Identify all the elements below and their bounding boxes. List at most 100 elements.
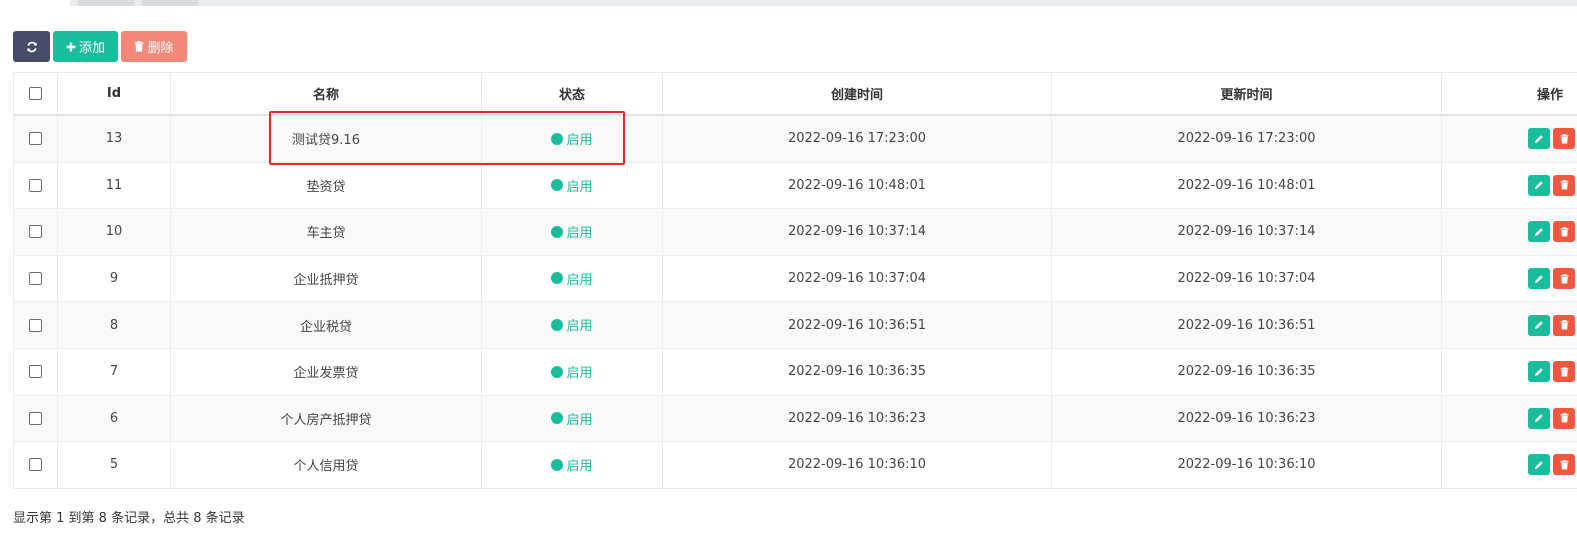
cell-name: 车主贷 — [170, 208, 482, 256]
delete-row-button[interactable] — [1553, 361, 1575, 383]
table-row: 13 测试贷9.16 启用 2022-09-16 17:23:00 2022-0… — [13, 114, 1577, 163]
edit-button[interactable] — [1528, 268, 1550, 290]
cell-created: 2022-09-16 10:36:10 — [662, 441, 1052, 489]
status-badge: 启用 — [551, 362, 593, 382]
cell-id: 11 — [57, 161, 171, 210]
tab-3[interactable] — [142, 0, 198, 6]
cell-status: 启用 — [481, 161, 663, 210]
status-badge: 启用 — [551, 409, 593, 428]
cell-actions — [1441, 441, 1577, 489]
delete-row-button[interactable] — [1553, 268, 1575, 290]
cell-actions — [1441, 254, 1577, 303]
row-select-cell — [13, 347, 58, 396]
cell-status: 启用 — [481, 347, 663, 396]
row-checkbox[interactable] — [29, 365, 42, 379]
delete-row-button[interactable] — [1553, 454, 1575, 476]
status-dot-icon — [551, 318, 564, 331]
table-row: 11 垫资贷 启用 2022-09-16 10:48:01 2022-09-16… — [13, 161, 1577, 210]
cell-updated: 2022-09-16 10:37:14 — [1051, 208, 1442, 256]
column-header-name[interactable]: 名称 — [170, 72, 482, 116]
edit-button[interactable] — [1528, 454, 1550, 476]
cell-created: 2022-09-16 10:36:23 — [662, 394, 1052, 443]
cell-status: 启用 — [481, 394, 663, 443]
delete-row-button[interactable] — [1553, 174, 1575, 196]
row-checkbox[interactable] — [29, 272, 42, 286]
column-header-updated[interactable]: 更新时间 — [1051, 72, 1442, 116]
cell-id: 13 — [57, 114, 171, 163]
cell-name: 垫资贷 — [170, 161, 482, 210]
status-badge: 启用 — [551, 269, 593, 288]
pencil-icon — [1535, 274, 1543, 283]
trash-icon — [1560, 133, 1568, 144]
edit-button[interactable] — [1528, 314, 1550, 336]
row-checkbox[interactable] — [29, 178, 42, 192]
tab-2[interactable] — [78, 0, 134, 6]
row-actions — [1442, 454, 1577, 476]
tab-active[interactable] — [0, 0, 70, 6]
status-label: 启用 — [566, 366, 593, 382]
table-row: 10 车主贷 启用 2022-09-16 10:37:14 2022-09-16… — [13, 208, 1577, 256]
edit-button[interactable] — [1528, 174, 1550, 196]
add-button[interactable]: 添加 — [53, 31, 118, 62]
cell-created: 2022-09-16 17:23:00 — [662, 114, 1052, 163]
delete-row-button[interactable] — [1553, 221, 1575, 243]
trash-icon — [1560, 366, 1568, 377]
tab-strip — [0, 0, 1577, 6]
cell-updated: 2022-09-16 10:48:01 — [1051, 161, 1442, 210]
select-all-checkbox[interactable] — [29, 87, 42, 100]
status-dot-icon — [551, 365, 564, 378]
row-actions — [1442, 314, 1577, 336]
trash-icon — [1560, 413, 1568, 423]
status-label: 启用 — [566, 226, 593, 242]
cell-name: 测试贷9.16 — [170, 114, 482, 163]
refresh-icon — [26, 41, 38, 53]
cell-name: 企业税贷 — [170, 301, 482, 349]
row-actions — [1442, 268, 1577, 290]
edit-button[interactable] — [1528, 128, 1550, 150]
column-header-id[interactable]: Id — [57, 72, 171, 116]
column-header-created[interactable]: 创建时间 — [662, 72, 1052, 116]
cell-actions — [1441, 301, 1577, 349]
row-checkbox[interactable] — [29, 411, 42, 425]
status-label: 启用 — [566, 319, 593, 335]
cell-id: 9 — [57, 254, 171, 303]
row-actions — [1442, 361, 1577, 383]
trash-icon — [1560, 180, 1568, 190]
cell-created: 2022-09-16 10:36:51 — [662, 301, 1052, 349]
cell-updated: 2022-09-16 10:36:51 — [1051, 301, 1442, 349]
status-dot-icon — [551, 458, 564, 471]
column-header-actions: 操作 — [1441, 72, 1577, 116]
cell-name: 个人房产抵押贷 — [170, 394, 482, 443]
status-dot-icon — [551, 179, 564, 192]
cell-updated: 2022-09-16 10:36:10 — [1051, 441, 1442, 489]
column-header-status[interactable]: 状态 — [481, 72, 663, 116]
status-badge: 启用 — [551, 315, 593, 335]
select-all-cell — [13, 72, 58, 116]
edit-button[interactable] — [1528, 361, 1550, 383]
refresh-button[interactable] — [13, 31, 50, 62]
delete-row-button[interactable] — [1553, 128, 1575, 150]
edit-button[interactable] — [1528, 221, 1550, 243]
cell-status: 启用 — [481, 114, 663, 163]
plus-icon — [66, 42, 76, 52]
edit-button[interactable] — [1528, 407, 1550, 429]
cell-name: 个人信用贷 — [170, 441, 482, 489]
row-checkbox[interactable] — [29, 225, 42, 239]
delete-button[interactable]: 删除 — [121, 31, 187, 62]
cell-updated: 2022-09-16 17:23:00 — [1051, 114, 1442, 163]
cell-actions — [1441, 394, 1577, 443]
status-label: 启用 — [566, 272, 593, 288]
row-select-cell — [13, 394, 58, 443]
cell-created: 2022-09-16 10:37:14 — [662, 208, 1052, 256]
delete-row-button[interactable] — [1553, 314, 1575, 336]
trash-icon — [1560, 227, 1568, 237]
cell-status: 启用 — [481, 254, 663, 303]
row-checkbox[interactable] — [29, 318, 42, 332]
delete-row-button[interactable] — [1553, 407, 1575, 429]
cell-id: 6 — [57, 394, 171, 443]
row-checkbox[interactable] — [29, 458, 42, 472]
status-dot-icon — [551, 412, 564, 425]
cell-id: 5 — [57, 441, 171, 489]
cell-id: 10 — [57, 208, 171, 256]
row-checkbox[interactable] — [29, 132, 42, 146]
